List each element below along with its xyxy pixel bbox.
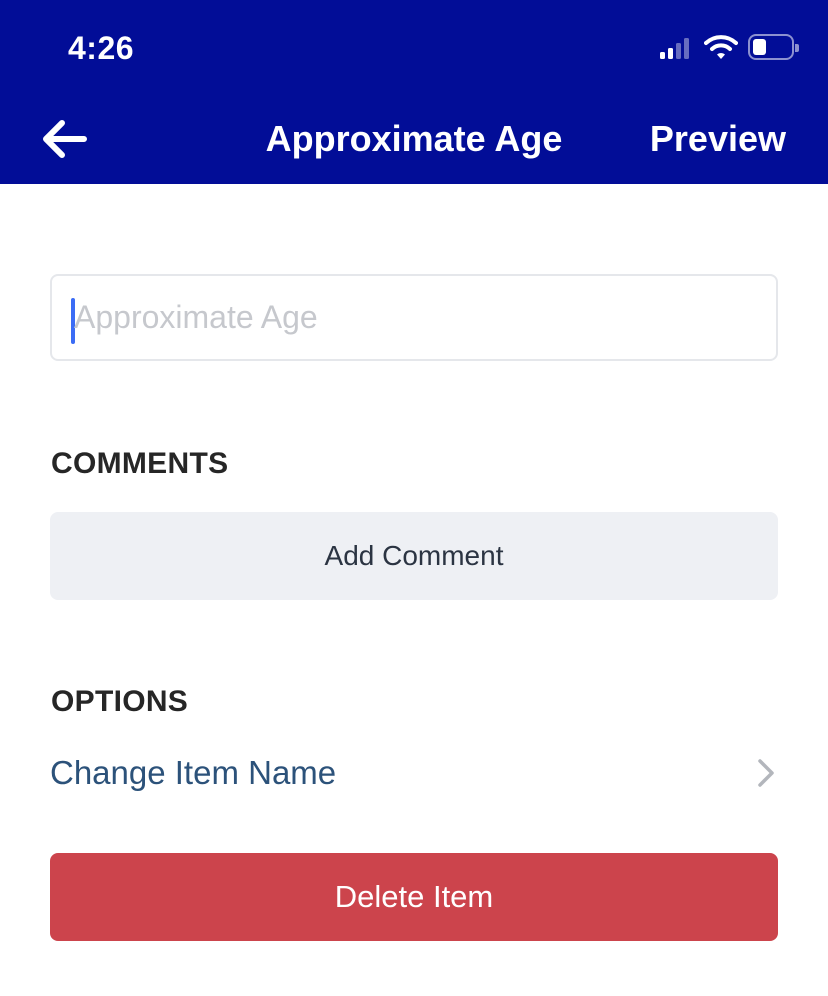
change-item-name-row[interactable]: Change Item Name [50, 745, 778, 801]
battery-level-fill [753, 39, 766, 55]
item-name-input[interactable] [74, 276, 764, 359]
delete-item-button[interactable]: Delete Item [50, 853, 778, 941]
cellular-signal-icon [660, 35, 692, 59]
header-bar: 4:26 Approximate Age Preview [0, 0, 828, 184]
options-heading: OPTIONS [51, 685, 189, 718]
battery-nub [795, 44, 799, 52]
preview-button[interactable]: Preview [650, 118, 786, 160]
status-icons [660, 34, 799, 60]
battery-icon [748, 34, 799, 60]
item-name-field[interactable] [50, 274, 778, 361]
change-item-name-label: Change Item Name [50, 754, 337, 791]
chevron-right-icon [758, 759, 774, 787]
add-comment-button[interactable]: Add Comment [50, 512, 778, 600]
wifi-icon [704, 35, 738, 59]
comments-heading: COMMENTS [51, 447, 229, 480]
status-time: 4:26 [68, 30, 135, 66]
